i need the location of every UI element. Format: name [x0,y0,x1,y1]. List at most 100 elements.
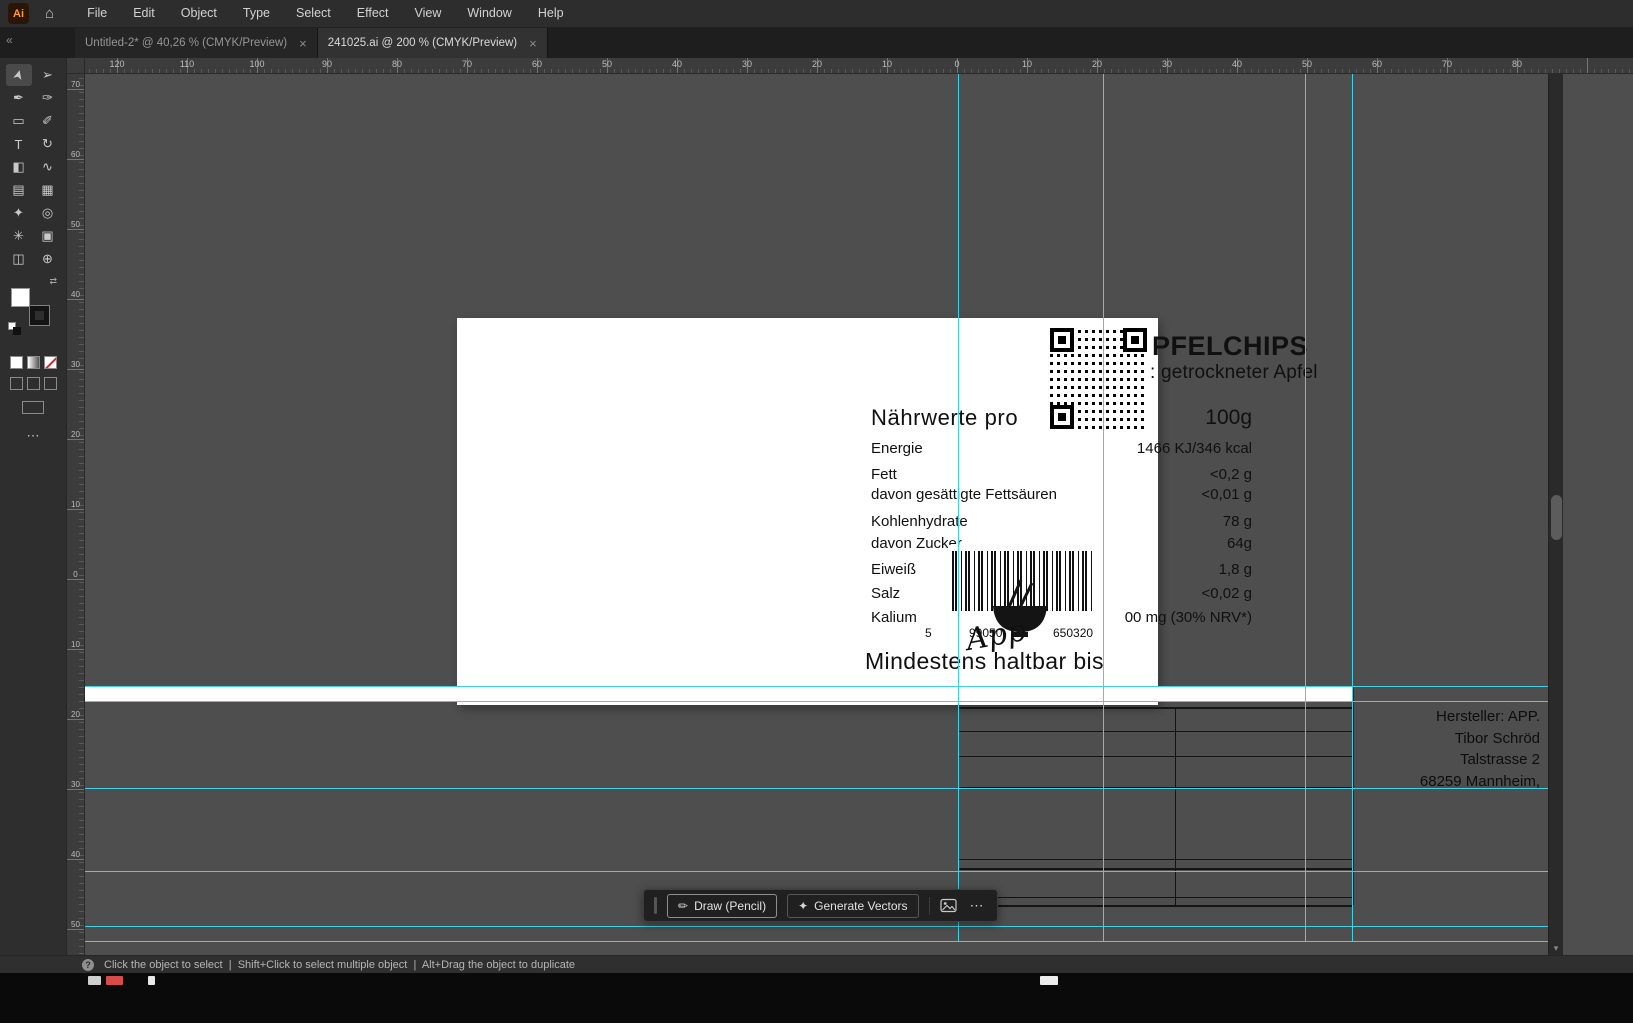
blend-tool[interactable]: ◎ [35,202,61,224]
nutrition-value: <0,01 g [1201,486,1252,503]
generate-vectors-button[interactable]: ✦ Generate Vectors [787,893,919,918]
eyedropper-tool[interactable]: ✦ [6,202,32,224]
nutrition-row[interactable]: Kohlenhydrate 78 g [871,513,1252,530]
nutrition-value: 78 g [1222,513,1252,530]
nutrition-row[interactable]: davon gesättigte Fettsäuren <0,01 g [871,486,1252,503]
close-icon[interactable]: × [299,36,307,51]
draw-normal-button[interactable] [9,377,23,390]
artwork-line[interactable] [958,905,1353,907]
taskbar-icon[interactable] [88,976,101,985]
fill-swatch[interactable] [11,288,30,307]
menu-item[interactable]: Type [230,0,283,27]
rotate-tool[interactable]: ↻ [35,133,61,155]
taskbar-icon[interactable] [1040,976,1058,985]
document-tab[interactable]: Untitled-2* @ 40,26 % (CMYK/Preview) × [75,28,318,58]
color-button[interactable] [9,356,23,369]
mesh-tool[interactable]: ▦ [35,179,61,201]
artwork-white-strip[interactable] [85,686,1352,701]
taskbar-icon[interactable] [106,976,123,985]
more-options-icon[interactable]: ⋯ [967,897,987,914]
zoom-tool[interactable]: ⊕ [35,248,61,270]
qr-code[interactable] [1047,325,1150,432]
nutrition-label: Energie [871,440,923,457]
artwork-line[interactable] [958,756,1353,757]
artwork-line[interactable] [958,731,1353,732]
artboard-tool[interactable]: ▣ [35,225,61,247]
help-icon[interactable]: ? [82,958,94,971]
ruler-corner[interactable] [67,58,85,74]
screen-mode-button[interactable] [22,401,44,414]
taskbar-icon[interactable] [148,976,155,985]
collapse-panel-icon[interactable]: « [6,33,13,47]
pen-tool[interactable]: ✒ [6,87,32,109]
draw-behind-button[interactable] [26,377,40,390]
nutrition-amount[interactable]: 100g [1205,406,1252,430]
nutrition-header[interactable]: Nährwerte pro [871,405,1018,431]
barcode-digit-group: 99050 [969,626,1003,640]
media-icon[interactable] [939,898,957,913]
illustrator-logo-icon[interactable]: Ai [8,3,29,24]
pencil-icon: ✏ [678,898,689,913]
paintbrush-tool[interactable]: ✐ [35,110,61,132]
scroll-down-icon[interactable]: ▾ [1549,941,1563,955]
eraser-tool[interactable]: ◧ [6,156,32,178]
edit-toolbar-icon[interactable]: ⋯ [0,428,66,444]
illustrator-window: Ai ⌂ File Edit Object Type Select Effect… [0,0,1633,1023]
ruler-tick-label: 60 [1371,59,1382,69]
swap-fill-stroke-icon[interactable]: ⇄ [49,276,57,287]
nutrition-row[interactable]: Fett <0,2 g [871,466,1252,483]
guide-horizontal [85,871,1548,872]
selection-tool[interactable]: ➤ [5,64,32,86]
close-icon[interactable]: × [529,36,537,51]
type-tool[interactable]: T [6,133,32,155]
menu-item[interactable]: Effect [344,0,402,27]
none-button[interactable] [43,356,57,369]
menu-item[interactable]: Select [283,0,344,27]
ingredients-text[interactable]: : getrockneter Apfel [1150,362,1318,384]
vertical-scrollbar[interactable]: ▾ [1548,74,1563,955]
ruler-tick-label: 20 [71,430,80,439]
rectangle-tool[interactable]: ▭ [6,110,32,132]
home-icon[interactable]: ⌂ [45,0,54,28]
stroke-swatch[interactable] [29,305,50,326]
nutrition-row[interactable]: Energie 1466 KJ/346 kcal [871,440,1252,457]
menu-item[interactable]: Object [168,0,230,27]
menubar: Ai ⌂ File Edit Object Type Select Effect… [0,0,1633,28]
default-colors-icon[interactable] [8,322,21,335]
gradient-tool[interactable]: ▤ [6,179,32,201]
artwork-line[interactable] [958,859,1353,860]
curvature-tool[interactable]: ✑ [35,87,61,109]
guide-vertical [1103,74,1104,941]
ruler-tick-label: 50 [1301,59,1312,69]
menu-item[interactable]: Help [525,0,577,27]
menu-item[interactable]: File [74,0,120,27]
artwork-line[interactable] [958,897,1353,898]
ruler-tick-label: 60 [531,59,542,69]
smooth-tool[interactable]: ∿ [35,156,61,178]
product-title[interactable]: PFELCHIPS [1152,331,1308,362]
draw-inside-button[interactable] [43,377,57,390]
artwork-line[interactable] [958,707,1353,709]
ruler-tick-label: 40 [1231,59,1242,69]
canvas[interactable]: PFELCHIPS : getrockneter Apfel Nährwerte… [85,74,1633,955]
menu-item[interactable]: Window [454,0,524,27]
symbol-sprayer-tool[interactable]: ✳ [6,225,32,247]
document-tab[interactable]: 241025.ai @ 200 % (CMYK/Preview) × [317,28,548,58]
guide-vertical [1352,74,1353,941]
ruler-tick-label: 20 [71,710,80,719]
tabs: Untitled-2* @ 40,26 % (CMYK/Preview) × 2… [75,28,548,58]
artwork-line[interactable] [1175,707,1176,905]
menu-item[interactable]: View [402,0,455,27]
artwork-line[interactable] [958,868,1353,870]
ruler-tick-label: 120 [109,59,125,69]
manufacturer-address[interactable]: Hersteller: APP. Tibor Schröd Talstrasse… [1420,706,1540,792]
direct-selection-tool[interactable]: ➢ [35,64,61,86]
scrollbar-thumb[interactable] [1551,495,1562,540]
ruler-tick-label: 60 [71,150,80,159]
gradient-button[interactable] [26,356,40,369]
tools-panel: ➤ ➢ ✒ ✑ ▭ ✐ T ↻ ◧ ∿ ▤ ▦ ✦ ◎ ✳ ▣ ◫ ⊕ ⇄ ⋯ [0,58,67,955]
draw-pencil-button[interactable]: ✏ Draw (Pencil) [667,893,778,918]
menu-item[interactable]: Edit [120,0,168,27]
graph-tool[interactable]: ◫ [6,248,32,270]
drag-handle[interactable] [654,897,657,914]
